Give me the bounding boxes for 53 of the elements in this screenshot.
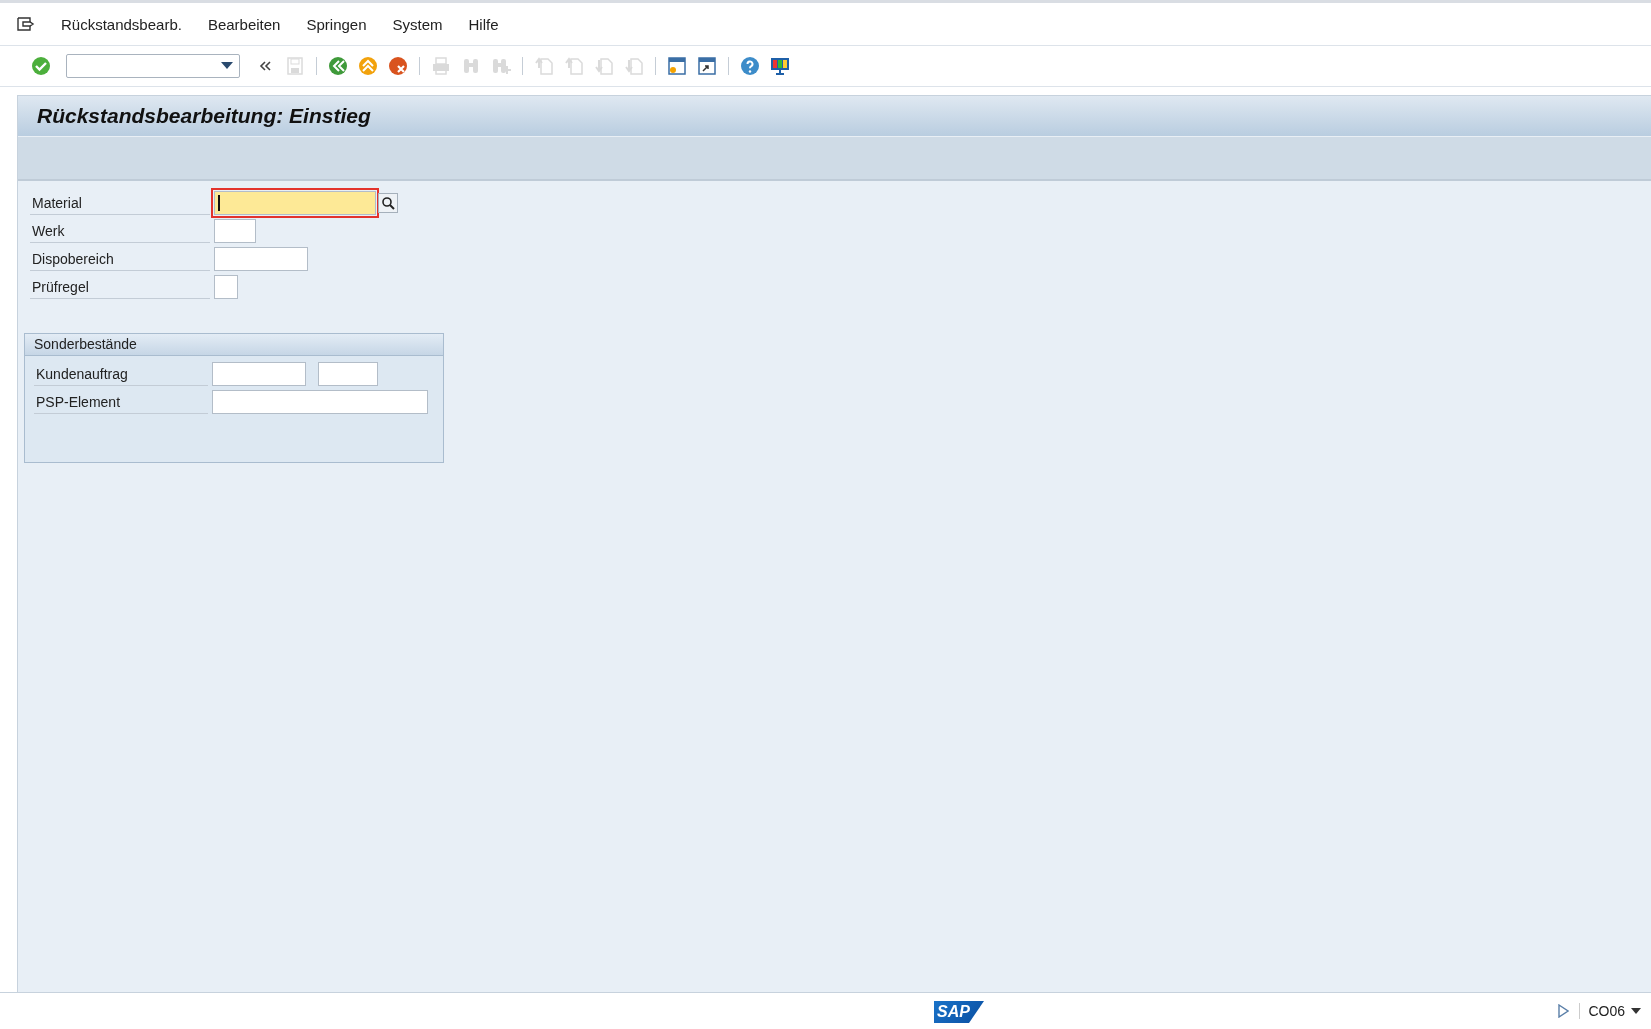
search-icon: [381, 196, 395, 210]
toolbar-button[interactable]: [327, 55, 349, 77]
input-field[interactable]: [212, 390, 428, 414]
page-down-icon: [594, 56, 614, 76]
menu-icon[interactable]: [16, 16, 36, 32]
double-chevron-icon: [258, 58, 272, 73]
input-field[interactable]: [214, 191, 376, 215]
toolbar-button[interactable]: [387, 55, 409, 77]
help-icon: [740, 56, 760, 76]
field-label: Material: [30, 191, 210, 215]
menu-item[interactable]: Bearbeiten: [194, 11, 294, 37]
command-field[interactable]: [66, 54, 240, 78]
menu-item[interactable]: Springen: [293, 11, 380, 37]
transaction-code[interactable]: CO06: [1579, 1003, 1641, 1019]
dropdown-icon[interactable]: [1631, 1007, 1641, 1015]
input-field[interactable]: [318, 362, 378, 386]
back-icon: [328, 56, 348, 76]
print-icon: [431, 56, 451, 76]
field-label: PSP-Element: [34, 390, 208, 414]
new-window-icon: [667, 56, 687, 76]
input-field[interactable]: [212, 362, 306, 386]
input-field[interactable]: [214, 275, 238, 299]
search-help-button[interactable]: [378, 193, 398, 213]
page-up-icon: [564, 56, 584, 76]
binoculars-icon: [461, 56, 481, 76]
field-label: Dispobereich: [30, 247, 210, 271]
toolbar-button[interactable]: [696, 55, 718, 77]
menu-item[interactable]: System: [379, 11, 456, 37]
group-title: Sonderbestände: [25, 334, 443, 356]
save-icon: [285, 56, 305, 76]
cancel-icon: [388, 56, 408, 76]
menu-item[interactable]: Hilfe: [455, 11, 512, 37]
toolbar-button[interactable]: [769, 55, 791, 77]
exit-icon: [358, 56, 378, 76]
field-label: Werk: [30, 219, 210, 243]
field-label: Kundenauftrag: [34, 362, 208, 386]
toolbar-button[interactable]: [30, 55, 52, 77]
page-up-icon: [534, 56, 554, 76]
binoculars-plus-icon: [491, 56, 511, 76]
monitor-icon: [770, 56, 790, 76]
toolbar-button[interactable]: [739, 55, 761, 77]
page-down-icon: [624, 56, 644, 76]
input-field[interactable]: [214, 219, 256, 243]
menu-item[interactable]: Rückstandsbearb.: [48, 11, 195, 37]
input-field[interactable]: [214, 247, 308, 271]
toolbar-button[interactable]: [666, 55, 688, 77]
logo: SAP: [934, 1001, 984, 1023]
screen-title: Rückstandsbearbeitung: Einstieg: [18, 96, 1651, 136]
expand-icon[interactable]: [1557, 1004, 1570, 1018]
check-icon: [31, 56, 51, 76]
field-label: Prüfregel: [30, 275, 210, 299]
dropdown-icon[interactable]: [221, 62, 233, 70]
shortcut-icon: [697, 56, 717, 76]
